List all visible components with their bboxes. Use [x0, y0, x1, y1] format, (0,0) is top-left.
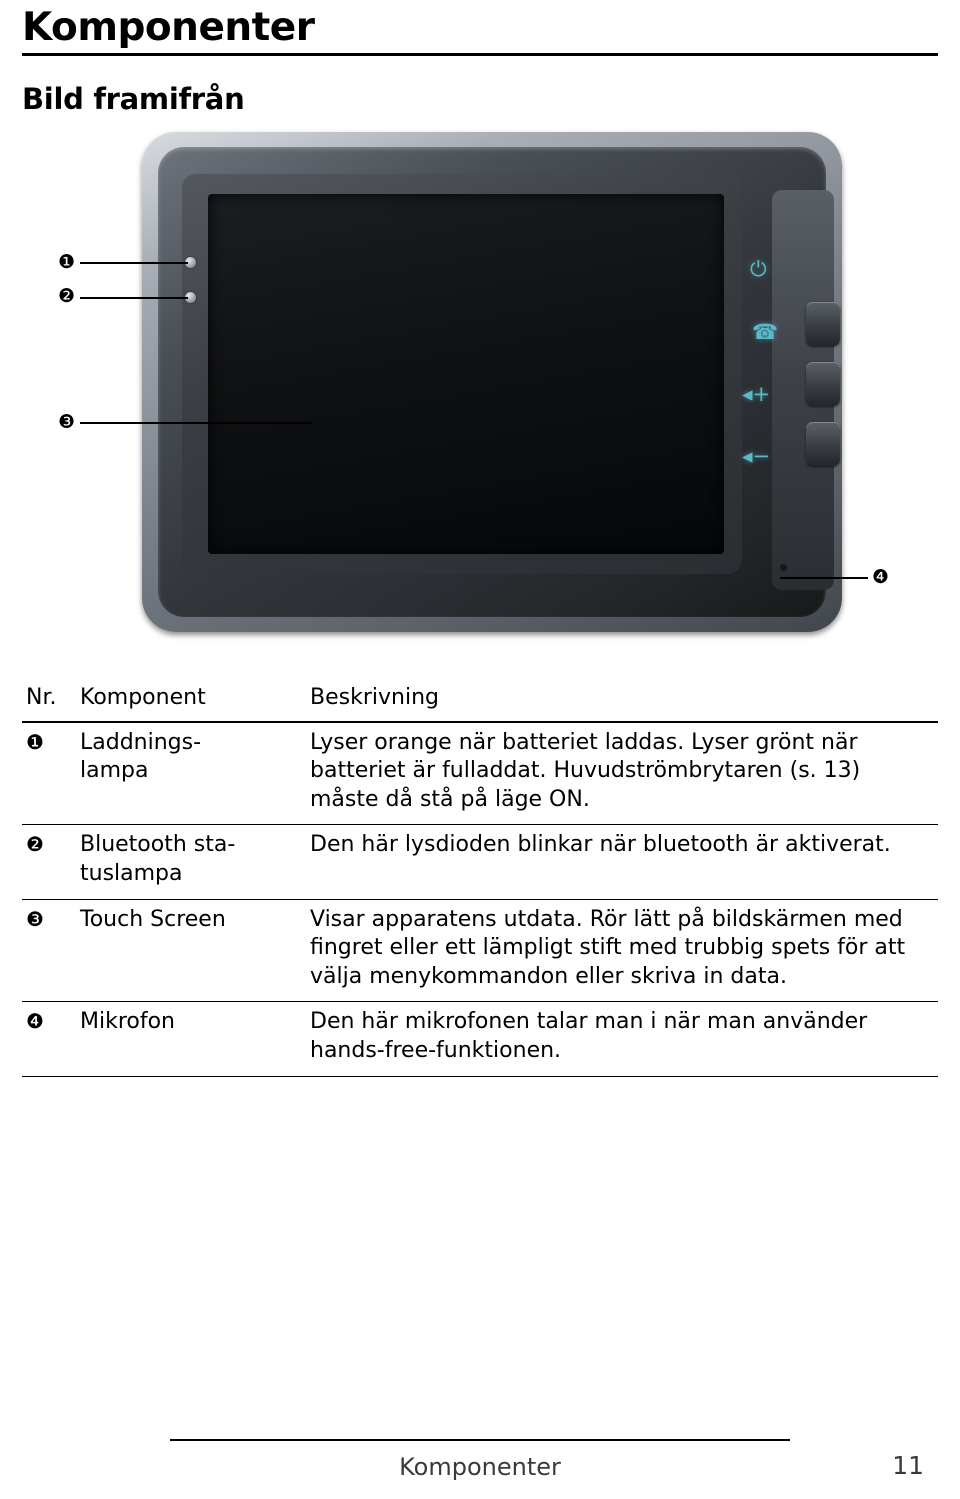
call-button: [806, 302, 840, 346]
call-icon: ☎: [752, 320, 779, 344]
volume-up-icon: ◂+: [742, 382, 771, 406]
leader-line-3: [80, 422, 312, 424]
header-divider: [22, 53, 938, 56]
row-description: Den här mikrofonen talar man i när man a…: [310, 1009, 868, 1063]
row-description: Visar apparatens utdata. Rör lätt på bil…: [310, 906, 906, 989]
page-footer: Komponenter 11: [22, 1439, 938, 1481]
row-component: Mikrofon: [80, 1009, 176, 1035]
device-touch-screen: [208, 194, 724, 554]
column-header-component: Komponent: [76, 678, 306, 723]
callout-marker-2: ❷: [58, 285, 76, 307]
table-row: ❹ Mikrofon Den här mikrofonen talar man …: [22, 1002, 938, 1077]
table-row: ❸ Touch Screen Visar apparatens utdata. …: [22, 899, 938, 1002]
section-title: Bild framifrån: [22, 82, 245, 116]
document-page: Komponenter Bild framifrån ⏻ ☎ ◂+ ◂− ❶ ❷…: [0, 0, 960, 1499]
device-illustration: ⏻ ☎ ◂+ ◂−: [142, 132, 842, 632]
volume-down-icon: ◂−: [742, 444, 771, 468]
page-title: Komponenter: [22, 5, 315, 50]
table-row: ❷ Bluetooth sta- tuslampa Den här lysdio…: [22, 825, 938, 900]
row-component: Touch Screen: [80, 906, 226, 932]
callout-marker-3: ❸: [58, 411, 76, 433]
footer-divider: [170, 1439, 790, 1441]
row-description: Lyser orange när batteriet laddas. Lyser…: [310, 729, 861, 812]
device-figure: ⏻ ☎ ◂+ ◂− ❶ ❷ ❸ ❹: [22, 132, 938, 652]
page-number: 11: [892, 1451, 924, 1480]
volume-down-button: [806, 422, 840, 466]
leader-line-1: [80, 262, 188, 264]
row-marker: ❶: [26, 729, 44, 754]
power-icon: ⏻: [750, 257, 767, 281]
row-description: Den här lysdioden blinkar när bluetooth …: [310, 832, 891, 858]
row-component: Laddnings- lampa: [80, 729, 202, 784]
table-row: ❶ Laddnings- lampa Lyser orange när batt…: [22, 722, 938, 825]
volume-up-button: [806, 362, 840, 406]
callout-marker-4: ❹: [872, 566, 890, 588]
row-marker: ❹: [26, 1009, 44, 1034]
components-table: Nr. Komponent Beskrivning ❶ Laddnings- l…: [22, 678, 938, 1077]
footer-label: Komponenter: [399, 1453, 561, 1481]
table-header-row: Nr. Komponent Beskrivning: [22, 678, 938, 723]
leader-line-4: [780, 577, 868, 579]
column-header-nr: Nr.: [22, 678, 76, 723]
column-header-description: Beskrivning: [306, 678, 938, 723]
row-marker: ❷: [26, 832, 44, 857]
row-marker: ❸: [26, 906, 44, 931]
callout-marker-1: ❶: [58, 251, 76, 273]
leader-line-2: [80, 297, 188, 299]
row-component: Bluetooth sta- tuslampa: [80, 832, 236, 886]
microphone-hole: [780, 564, 787, 571]
